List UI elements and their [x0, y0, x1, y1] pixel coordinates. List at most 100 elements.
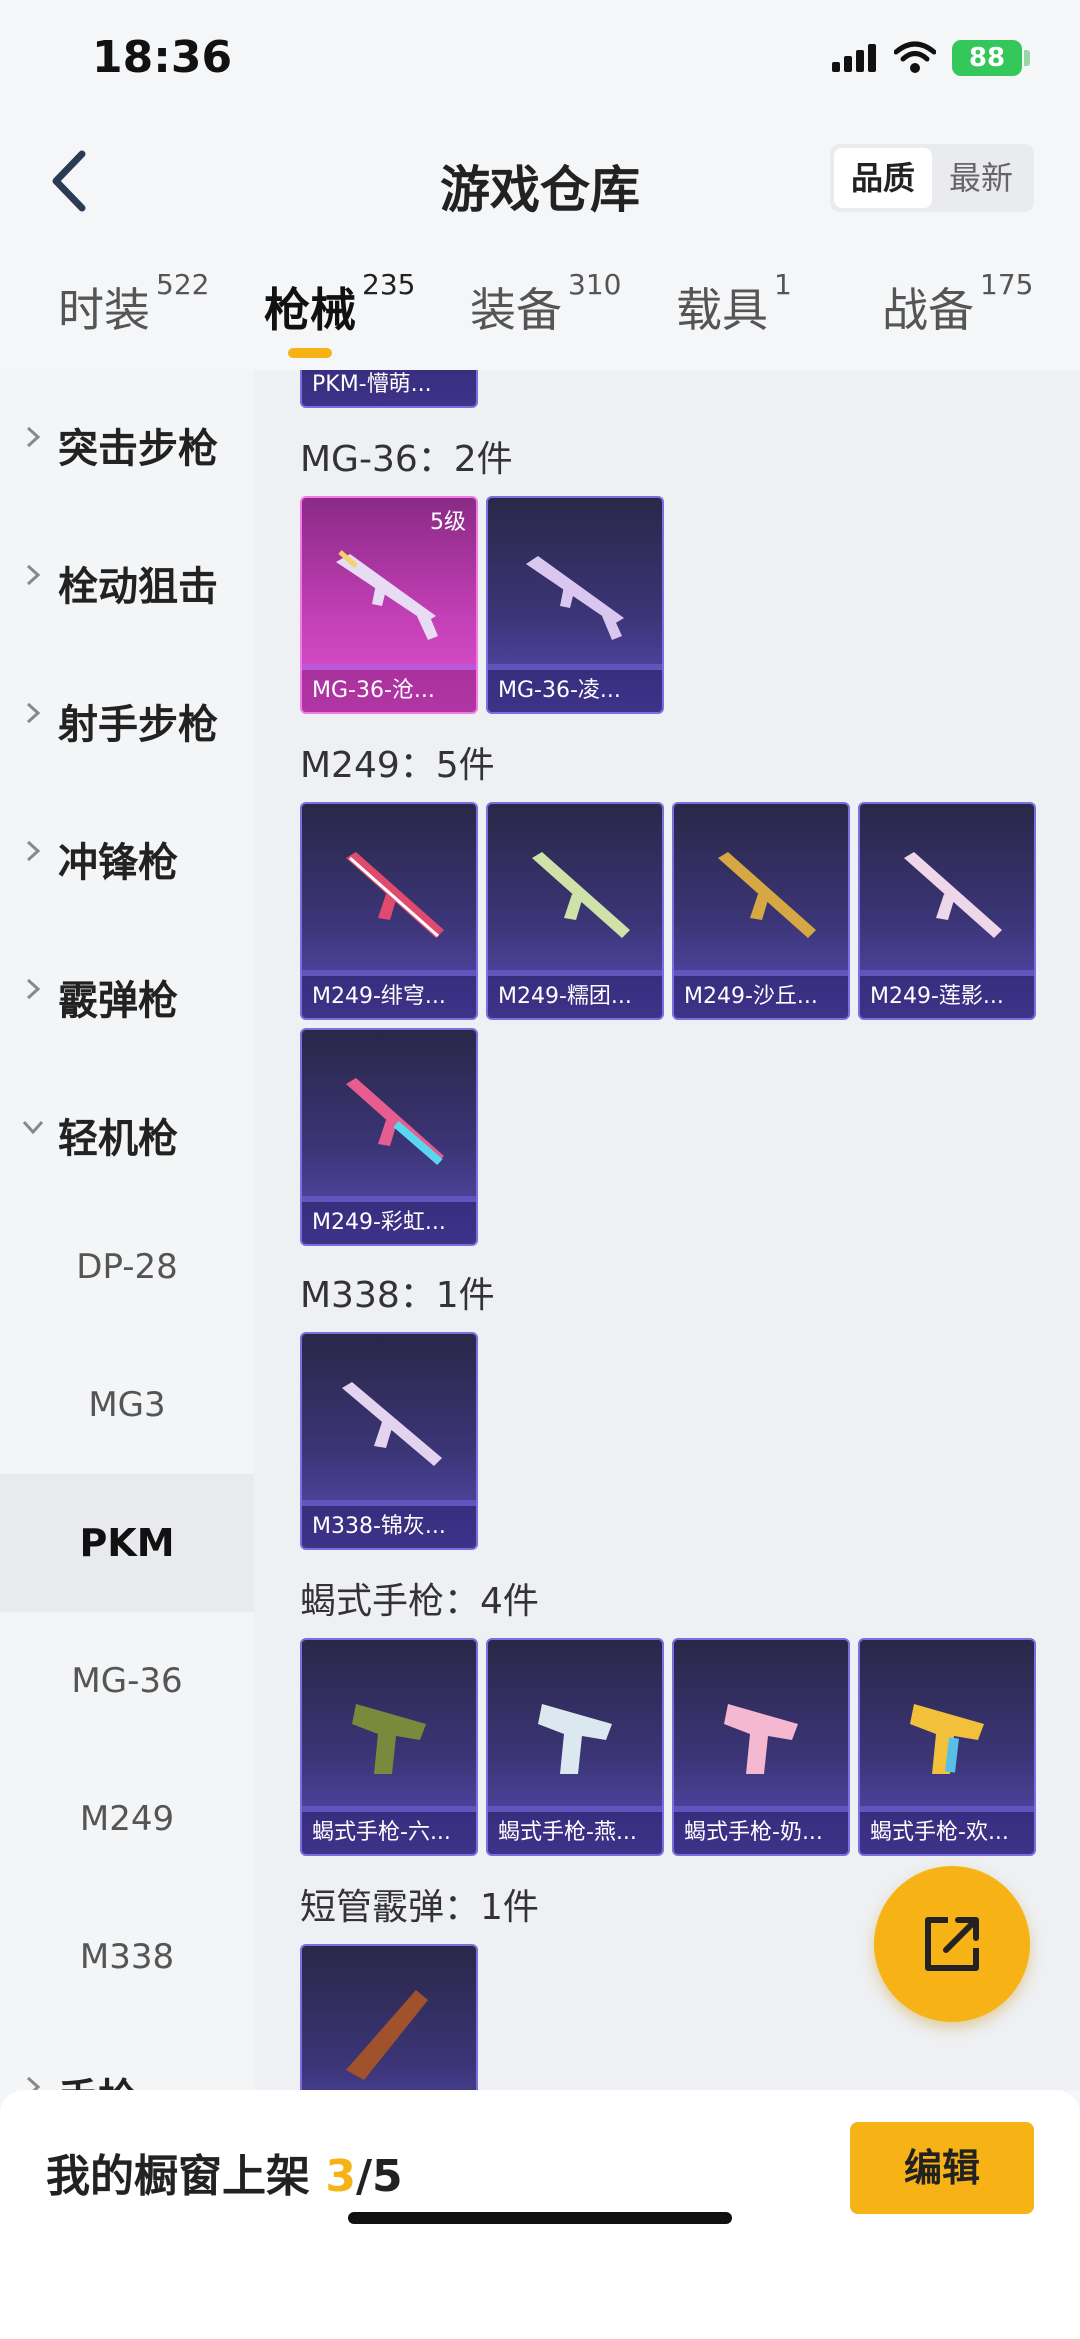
sidebar-category-label: 突击步枪 [58, 426, 218, 472]
chevron-right-icon [26, 840, 41, 862]
item-card[interactable] [300, 1944, 478, 2090]
category-tabs: 时装 522 枪械 235 装备 310 载具 1 战备 175 [0, 240, 1080, 370]
item-name: MG-36-沧... [302, 670, 476, 712]
tab-fashion[interactable]: 时装 522 [58, 268, 209, 340]
gun-skin-icon [718, 852, 816, 938]
sidebar-category-lmg[interactable]: 轻机枪 [0, 1060, 254, 1198]
tab-supplies[interactable]: 战备 175 [882, 268, 1033, 340]
sidebar-category-bolt-sniper[interactable]: 栓动狙击 [0, 508, 254, 646]
battery-icon: 88 [952, 40, 1022, 76]
item-card[interactable]: 蝎式手枪-欢... [858, 1638, 1036, 1856]
tab-equipment[interactable]: 装备 310 [470, 268, 621, 340]
tab-vehicles[interactable]: 载具 1 [676, 268, 792, 340]
item-name: M338-锦灰... [302, 1506, 476, 1548]
sort-toggle: 品质 最新 [830, 144, 1034, 212]
section-title-scorpion: 蝎式手枪：4件 [300, 1581, 539, 1622]
chevron-right-icon [26, 426, 41, 448]
showcase-total: /5 [355, 2151, 403, 2202]
chevron-right-icon [26, 564, 41, 586]
sidebar-category-label: 轻机枪 [58, 1116, 178, 1162]
edit-button[interactable]: 编辑 [850, 2122, 1034, 2214]
gun-skin-icon [346, 1078, 444, 1166]
item-name: M249-糯团... [488, 976, 662, 1018]
tab-count: 522 [156, 268, 210, 301]
item-card[interactable]: 蝎式手枪-奶... [672, 1638, 850, 1856]
tab-count: 175 [980, 268, 1034, 301]
item-name: PKM-懵萌... [302, 370, 476, 406]
gun-skin-icon [904, 852, 1002, 938]
tab-count: 310 [568, 268, 622, 301]
chevron-right-icon [26, 702, 41, 724]
sidebar: 突击步枪 栓动狙击 射手步枪 冲锋枪 霰弹枪 轻机枪 DP-28 MG3 PKM… [0, 370, 254, 2090]
item-card[interactable]: 蝎式手枪-六... [300, 1638, 478, 1856]
sidebar-category-label: 射手步枪 [58, 702, 218, 748]
sidebar-item-dp-28[interactable]: DP-28 [0, 1198, 254, 1336]
sidebar-item-mg-36[interactable]: MG-36 [0, 1612, 254, 1750]
gun-skin-icon [342, 1382, 442, 1466]
share-out-icon [925, 1917, 979, 1971]
gun-skin-icon [526, 556, 624, 640]
sort-quality-button[interactable]: 品质 [834, 148, 932, 208]
item-name: 蝎式手枪-欢... [860, 1812, 1034, 1854]
tab-label: 战备 [882, 283, 974, 337]
sidebar-category-shotgun[interactable]: 霰弹枪 [0, 922, 254, 1060]
tab-count: 235 [362, 268, 416, 301]
share-button[interactable] [874, 1866, 1030, 2022]
sidebar-item-mg3[interactable]: MG3 [0, 1336, 254, 1474]
tab-label: 装备 [470, 283, 562, 337]
item-grid: PKM-懵萌... MG-36：2件 5级 MG-36-沧... MG-36-凌… [254, 370, 1080, 2090]
showcase-label: 我的橱窗上架 3/5 [46, 2140, 403, 2204]
home-indicator [348, 2212, 732, 2224]
tab-guns[interactable]: 枪械 235 [264, 268, 415, 340]
sidebar-category-label: 冲锋枪 [58, 840, 178, 886]
sidebar-category-label: 栓动狙击 [58, 564, 218, 610]
sidebar-category-label: 霰弹枪 [58, 978, 178, 1024]
tab-label: 枪械 [264, 283, 356, 337]
gun-skin-icon [352, 1704, 426, 1774]
sidebar-category-marksman[interactable]: 射手步枪 [0, 646, 254, 784]
sidebar-category-assault-rifle[interactable]: 突击步枪 [0, 370, 254, 508]
sidebar-item-m249[interactable]: M249 [0, 1750, 254, 1888]
item-card[interactable]: 5级 MG-36-沧... [300, 496, 478, 714]
wifi-icon [894, 41, 936, 73]
signal-icon [832, 44, 876, 72]
showcase-count: 3 [325, 2151, 356, 2202]
tab-label: 载具 [676, 283, 768, 337]
tab-count: 1 [774, 268, 792, 301]
item-card[interactable]: 蝎式手枪-燕... [486, 1638, 664, 1856]
item-name: 蝎式手枪-六... [302, 1812, 476, 1854]
chevron-right-icon [26, 2076, 41, 2090]
sidebar-category-pistol[interactable]: 手枪 [0, 2020, 254, 2090]
item-card[interactable]: M338-锦灰... [300, 1332, 478, 1550]
gun-skin-icon [538, 1704, 612, 1774]
gun-skin-icon [532, 852, 630, 938]
item-name: M249-莲影... [860, 976, 1034, 1018]
chevron-right-icon [26, 978, 41, 1000]
sidebar-category-label: 手枪 [58, 2066, 138, 2090]
header: 游戏仓库 品质 最新 [0, 120, 1080, 240]
sort-newest-button[interactable]: 最新 [932, 148, 1030, 208]
sidebar-category-smg[interactable]: 冲锋枪 [0, 784, 254, 922]
item-card[interactable]: M249-沙丘... [672, 802, 850, 1020]
item-name: M249-彩虹... [302, 1202, 476, 1244]
gun-skin-icon [346, 852, 444, 938]
item-card[interactable]: M249-糯团... [486, 802, 664, 1020]
chevron-down-icon [22, 1120, 44, 1135]
section-title-m338: M338：1件 [300, 1275, 495, 1316]
item-card[interactable]: PKM-懵萌... [300, 370, 478, 408]
showcase-text: 我的橱窗上架 [46, 2151, 326, 2202]
tab-label: 时装 [58, 283, 150, 337]
gun-skin-icon [724, 1704, 798, 1774]
sidebar-item-m338[interactable]: M338 [0, 1888, 254, 2026]
item-card[interactable]: MG-36-凌... [486, 496, 664, 714]
section-title-m249: M249：5件 [300, 745, 495, 786]
item-name: M249-绯穹... [302, 976, 476, 1018]
item-card[interactable]: M249-莲影... [858, 802, 1036, 1020]
item-card[interactable]: M249-绯穹... [300, 802, 478, 1020]
sidebar-item-pkm[interactable]: PKM [0, 1474, 254, 1612]
status-time: 18:36 [92, 32, 233, 83]
item-card[interactable]: M249-彩虹... [300, 1028, 478, 1246]
battery-tip [1024, 50, 1030, 66]
item-name: 蝎式手枪-奶... [674, 1812, 848, 1854]
gun-skin-icon [910, 1704, 984, 1774]
